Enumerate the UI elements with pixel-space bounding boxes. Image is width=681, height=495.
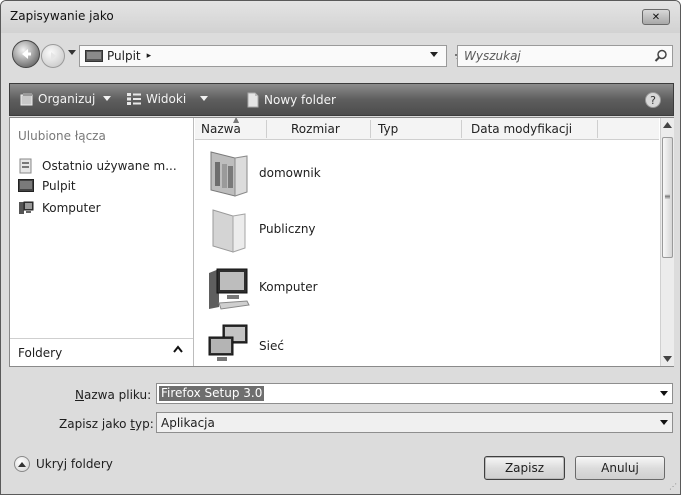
user-folder-icon <box>210 151 248 197</box>
column-divider[interactable] <box>370 120 371 138</box>
forward-arrow-icon <box>51 52 56 60</box>
column-header-date-modified[interactable]: Data modyfikacji <box>471 122 572 136</box>
vertical-scrollbar[interactable]: ≡ <box>660 118 674 366</box>
address-separator-icon[interactable]: ▸ <box>147 51 152 61</box>
views-icon <box>127 93 141 105</box>
browser-content: Ulubione łącza Ostatnio używane m... Pul… <box>9 117 674 367</box>
file-row[interactable]: Komputer <box>205 263 318 311</box>
favorite-label: Pulpit <box>42 179 76 193</box>
column-header-type[interactable]: Typ <box>378 122 398 136</box>
dialog-title: Zapisywanie jako <box>10 9 114 23</box>
resize-grip-icon[interactable]: ⋰ <box>669 482 677 491</box>
new-folder-button[interactable]: Nowy folder <box>246 92 336 108</box>
network-icon <box>208 324 248 361</box>
file-name: Komputer <box>259 280 318 294</box>
back-button[interactable] <box>12 40 40 68</box>
back-arrow-icon <box>22 49 31 59</box>
close-button[interactable]: ✕ <box>642 9 670 25</box>
save-type-label: Zapisz jako typ: <box>59 417 154 431</box>
column-divider[interactable] <box>597 120 598 138</box>
views-label: Widoki <box>146 92 187 106</box>
desktop-icon <box>85 50 103 62</box>
cancel-button[interactable]: Anuluj <box>575 456 665 480</box>
filename-value[interactable]: Firefox Setup 3.0 <box>159 386 265 401</box>
favorite-item-desktop[interactable]: Pulpit <box>18 179 76 193</box>
forward-button[interactable] <box>41 44 65 68</box>
save-type-value: Aplikacja <box>161 416 215 430</box>
file-row[interactable]: domownik <box>205 148 321 198</box>
cancel-button-label: Anuluj <box>601 461 639 475</box>
title-bar: Zapisywanie jako ✕ <box>1 1 680 33</box>
scroll-up-icon[interactable] <box>663 122 672 128</box>
favorite-item-recent-places[interactable]: Ostatnio używane m... <box>18 158 177 174</box>
save-type-select[interactable]: Aplikacja <box>156 412 673 433</box>
file-name: Publiczny <box>259 222 316 236</box>
close-icon: ✕ <box>651 11 661 23</box>
folders-tree-toggle[interactable]: Foldery <box>10 338 193 366</box>
desktop-icon <box>18 179 34 192</box>
chevron-down-icon[interactable] <box>660 420 668 426</box>
organize-label: Organizuj <box>38 92 96 106</box>
search-icon[interactable] <box>654 49 668 63</box>
scrollbar-grip-icon: ≡ <box>664 192 671 201</box>
address-bar[interactable]: Pulpit ▸ <box>79 45 447 67</box>
save-button-label: Zapisz <box>504 461 545 475</box>
file-row[interactable]: Publiczny <box>205 204 316 254</box>
save-button[interactable]: Zapisz <box>484 456 565 480</box>
search-placeholder[interactable]: Wyszukaj <box>464 49 521 63</box>
computer-icon <box>19 201 34 214</box>
new-folder-icon <box>247 92 259 108</box>
help-icon[interactable]: ? <box>645 92 661 108</box>
favorite-links-header: Ulubione łącza <box>18 129 106 143</box>
filename-dropdown-icon[interactable] <box>660 391 668 397</box>
navigation-pane: Ulubione łącza Ostatnio używane m... Pul… <box>10 118 194 366</box>
scroll-down-icon[interactable] <box>663 356 672 362</box>
file-name: Sieć <box>259 339 284 353</box>
command-toolbar: Organizuj Widoki Nowy folder ? <box>9 83 674 116</box>
recent-pages-dropdown-icon[interactable] <box>67 48 77 56</box>
organize-menu[interactable]: Organizuj <box>20 92 112 106</box>
column-header-name[interactable]: Nazwa <box>201 122 241 136</box>
chevron-up-icon[interactable] <box>173 345 183 353</box>
favorite-label: Ostatnio używane m... <box>42 159 177 173</box>
views-menu[interactable]: Widoki <box>126 92 209 106</box>
column-divider[interactable] <box>266 120 267 138</box>
new-folder-label: Nowy folder <box>264 93 336 107</box>
file-list-pane: Nazwa ▲ Rozmiar Typ Data modyfikacji dom… <box>195 118 659 366</box>
search-box[interactable]: Wyszukaj <box>457 45 673 67</box>
computer-icon <box>209 268 250 310</box>
organize-icon <box>20 93 33 106</box>
sort-ascending-icon: ▲ <box>233 118 240 124</box>
address-dropdown-icon[interactable] <box>430 52 438 58</box>
filename-field[interactable]: Firefox Setup 3.0 <box>156 383 673 404</box>
hide-folders-button[interactable]: Ukryj foldery <box>14 456 113 472</box>
column-headers: Nazwa ▲ Rozmiar Typ Data modyfikacji <box>195 118 659 140</box>
save-as-dialog: Zapisywanie jako ✕ Pulpit ▸ Wyszukaj Org… <box>0 0 681 495</box>
filename-label: Nazwa pliku: <box>75 388 152 402</box>
favorite-item-computer[interactable]: Komputer <box>18 200 101 216</box>
column-divider[interactable] <box>461 120 462 138</box>
organize-dropdown-icon <box>103 96 112 101</box>
folder-icon <box>212 209 246 253</box>
chevron-up-circle-icon <box>14 456 30 472</box>
file-name: domownik <box>259 166 321 180</box>
file-row[interactable]: Sieć <box>205 323 284 366</box>
column-header-size[interactable]: Rozmiar <box>291 122 340 136</box>
favorite-label: Komputer <box>42 201 101 215</box>
views-dropdown-icon <box>200 96 209 101</box>
address-location[interactable]: Pulpit <box>107 49 141 63</box>
navigation-bar: Pulpit ▸ Wyszukaj <box>1 35 680 83</box>
folders-label: Foldery <box>18 346 63 360</box>
recent-places-icon <box>19 158 32 174</box>
hide-folders-label: Ukryj foldery <box>36 457 113 471</box>
